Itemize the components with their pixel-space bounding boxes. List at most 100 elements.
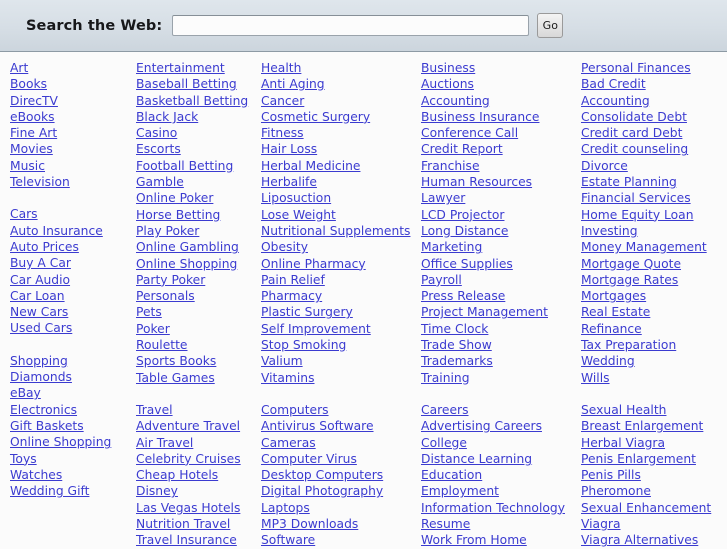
directory-link[interactable]: Wedding Gift [10,483,136,499]
directory-link[interactable]: Entertainment [136,60,261,76]
directory-link[interactable]: Auctions [421,76,581,92]
directory-link[interactable]: Financial Services [581,190,727,206]
directory-link[interactable]: Investing [581,223,727,239]
directory-link[interactable]: Nutrition Travel [136,516,261,532]
directory-link[interactable]: Education [421,467,581,483]
directory-link[interactable]: Anti Aging [261,76,421,92]
directory-link[interactable]: Credit counseling [581,141,727,157]
directory-link[interactable]: Disney [136,483,261,499]
directory-link[interactable]: Careers [421,402,581,418]
directory-link[interactable]: Penis Pills [581,467,727,483]
directory-link[interactable]: MP3 Downloads [261,516,421,532]
directory-link[interactable]: Toys [10,451,136,467]
directory-link[interactable]: Home Equity Loan [581,207,727,223]
directory-link[interactable]: Car Loan [10,288,136,304]
directory-link[interactable]: Television [10,174,136,190]
search-input[interactable] [172,15,530,36]
directory-link[interactable]: Shopping [10,353,136,369]
directory-link[interactable]: Car Audio [10,272,136,288]
directory-link[interactable]: Human Resources [421,174,581,190]
directory-link[interactable]: Franchise [421,158,581,174]
directory-link[interactable]: Sexual Health [581,402,727,418]
directory-link[interactable]: Money Management [581,239,727,255]
directory-link[interactable]: Air Travel [136,435,261,451]
directory-link[interactable]: Digital Photography [261,483,421,499]
directory-link[interactable]: Information Technology [421,500,581,516]
directory-link[interactable]: Cameras [261,435,421,451]
directory-link[interactable]: Adventure Travel [136,418,261,434]
directory-link[interactable]: Roulette [136,337,261,353]
directory-link[interactable]: Las Vegas Hotels [136,500,261,516]
directory-link[interactable]: Viagra [581,516,727,532]
directory-link[interactable]: Consolidate Debt [581,109,727,125]
directory-link[interactable]: Pharmacy [261,288,421,304]
directory-link[interactable]: Online Pharmacy [261,256,421,272]
directory-link[interactable]: eBooks [10,109,136,125]
directory-link[interactable]: Stop Smoking [261,337,421,353]
directory-link[interactable]: Long Distance [421,223,581,239]
directory-link[interactable]: Computers [261,402,421,418]
directory-link[interactable]: Gift Baskets [10,418,136,434]
directory-link[interactable]: Movies [10,141,136,157]
directory-link[interactable]: Valium [261,353,421,369]
directory-link[interactable]: Divorce [581,158,727,174]
directory-link[interactable]: Football Betting [136,158,261,174]
directory-link[interactable]: Conference Call [421,125,581,141]
directory-link[interactable]: Play Poker [136,223,261,239]
directory-link[interactable]: Bad Credit [581,76,727,92]
directory-link[interactable]: Viagra Alternatives [581,532,727,548]
directory-link[interactable]: Escorts [136,141,261,157]
directory-link[interactable]: Electronics [10,402,136,418]
directory-link[interactable]: Cosmetic Surgery [261,109,421,125]
directory-link[interactable]: Lawyer [421,190,581,206]
directory-link[interactable]: Baseball Betting [136,76,261,92]
directory-link[interactable]: Travel [136,402,261,418]
directory-link[interactable]: Party Poker [136,272,261,288]
directory-link[interactable]: Diamonds [10,369,136,385]
directory-link[interactable]: Accounting [421,93,581,109]
directory-link[interactable]: Online Gambling [136,239,261,255]
directory-link[interactable]: Advertising Careers [421,418,581,434]
directory-link[interactable]: Desktop Computers [261,467,421,483]
directory-link[interactable]: Online Shopping [10,434,136,450]
directory-link[interactable]: Self Improvement [261,321,421,337]
directory-link[interactable]: College [421,435,581,451]
directory-link[interactable]: Refinance [581,321,727,337]
directory-link[interactable]: Basketball Betting [136,93,261,109]
directory-link[interactable]: Mortgage Quote [581,256,727,272]
directory-link[interactable]: Lose Weight [261,207,421,223]
directory-link[interactable]: Vitamins [261,370,421,386]
directory-link[interactable]: Celebrity Cruises [136,451,261,467]
directory-link[interactable]: Mortgage Rates [581,272,727,288]
directory-link[interactable]: Business Insurance [421,109,581,125]
directory-link[interactable]: Gamble [136,174,261,190]
directory-link[interactable]: Table Games [136,370,261,386]
directory-link[interactable]: Employment [421,483,581,499]
directory-link[interactable]: Pheromone [581,483,727,499]
directory-link[interactable]: Sports Books [136,353,261,369]
directory-link[interactable]: Computer Virus [261,451,421,467]
directory-link[interactable]: Wills [581,370,727,386]
directory-link[interactable]: Herbal Medicine [261,158,421,174]
directory-link[interactable]: Books [10,76,136,92]
directory-link[interactable]: Casino [136,125,261,141]
directory-link[interactable]: Watches [10,467,136,483]
directory-link[interactable]: Press Release [421,288,581,304]
directory-link[interactable]: Marketing [421,239,581,255]
directory-link[interactable]: Music [10,158,136,174]
directory-link[interactable]: Travel Insurance [136,532,261,548]
directory-link[interactable]: Online Poker [136,190,261,206]
directory-link[interactable]: Online Shopping [136,256,261,272]
search-go-button[interactable]: Go [537,13,564,38]
directory-link[interactable]: Distance Learning [421,451,581,467]
directory-link[interactable]: Training [421,370,581,386]
directory-link[interactable]: Payroll [421,272,581,288]
directory-link[interactable]: Auto Prices [10,239,136,255]
directory-link[interactable]: Work From Home [421,532,581,548]
directory-link[interactable]: Art [10,60,136,76]
directory-link[interactable]: LCD Projector [421,207,581,223]
directory-link[interactable]: Office Supplies [421,256,581,272]
directory-link[interactable]: Antivirus Software [261,418,421,434]
directory-link[interactable]: eBay [10,385,136,401]
directory-link[interactable]: Buy A Car [10,255,136,271]
